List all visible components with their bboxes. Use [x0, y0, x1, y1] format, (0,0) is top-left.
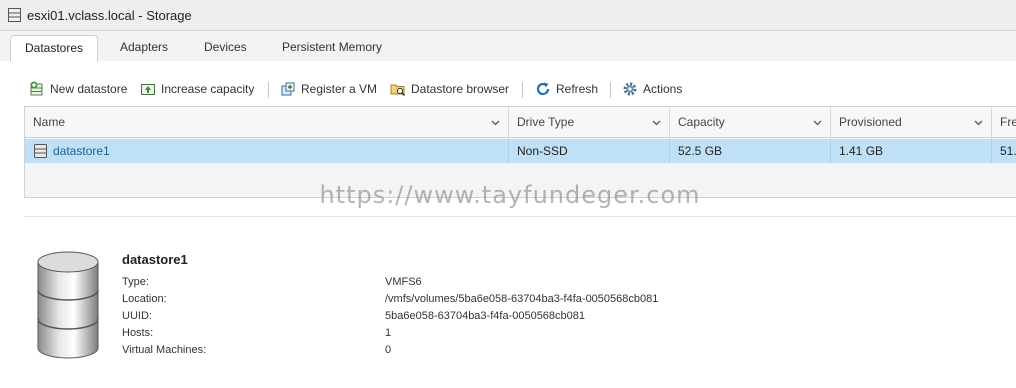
- increase-capacity-button[interactable]: Increase capacity: [140, 76, 254, 102]
- prop-label-location: Location:: [122, 293, 167, 305]
- tab-datastores[interactable]: Datastores: [10, 35, 99, 62]
- column-header-label: Drive Type: [517, 115, 575, 129]
- register-vm-button[interactable]: Register a VM: [280, 76, 377, 102]
- cell-free: 51.: [1000, 144, 1016, 158]
- watermark-text: https://www.tayfundeger.com: [319, 181, 701, 209]
- prop-label-type: Type:: [122, 276, 149, 288]
- datastore-large-icon: [37, 251, 99, 359]
- column-header-label: Fre: [1000, 115, 1016, 129]
- increase-capacity-icon: [141, 84, 155, 95]
- register-vm-label: Register a VM: [301, 82, 378, 96]
- toolbar-separator: [268, 82, 269, 98]
- folder-browse-icon: [390, 84, 406, 97]
- cell-capacity: 52.5 GB: [670, 139, 831, 163]
- prop-value-uuid: 5ba6e058-63704ba3-f4fa-0050568cb081: [385, 310, 586, 322]
- cell-drive-type: Non-SSD: [509, 139, 670, 163]
- prop-label-hosts: Hosts:: [122, 327, 154, 339]
- prop-value-virtual-machines: 0: [385, 344, 392, 356]
- window-title: esxi01.vclass.local - Storage: [27, 7, 192, 23]
- tab-devices[interactable]: Devices: [190, 35, 261, 62]
- increase-capacity-label: Increase capacity: [161, 82, 255, 96]
- gear-icon: [623, 82, 637, 96]
- column-header-provisioned[interactable]: Provisioned: [831, 107, 992, 138]
- datastore-link[interactable]: datastore1: [53, 144, 110, 158]
- new-datastore-icon: [30, 81, 43, 96]
- grid-header: Name Drive Type Capacity Provisioned Fre: [25, 107, 1016, 138]
- prop-value-type: VMFS6: [385, 276, 422, 288]
- cell-name[interactable]: datastore1: [25, 139, 509, 163]
- register-vm-icon: [281, 82, 295, 96]
- column-header-label: Provisioned: [839, 115, 902, 129]
- toolbar-separator: [610, 82, 611, 98]
- divider: [24, 216, 1016, 217]
- chevron-down-icon[interactable]: [813, 118, 822, 127]
- actions-label: Actions: [643, 82, 683, 96]
- chevron-down-icon[interactable]: [491, 118, 500, 127]
- new-datastore-button[interactable]: New datastore: [29, 76, 127, 102]
- server-storage-icon: [8, 8, 21, 22]
- tab-strip: Datastores Adapters Devices Persistent M…: [0, 31, 1016, 62]
- tab-persistent-memory[interactable]: Persistent Memory: [268, 35, 396, 62]
- column-header-label: Name: [33, 115, 66, 129]
- datastore-icon: [34, 144, 47, 158]
- refresh-label: Refresh: [556, 82, 599, 96]
- refresh-icon: [536, 82, 550, 96]
- column-header-free[interactable]: Fre: [992, 107, 1016, 138]
- datastore-title: datastore1: [122, 252, 188, 267]
- datastore-browser-label: Datastore browser: [411, 82, 510, 96]
- toolbar-separator: [522, 82, 523, 98]
- prop-label-uuid: UUID:: [122, 310, 152, 322]
- prop-label-virtual-machines: Virtual Machines:: [122, 344, 207, 356]
- new-datastore-label: New datastore: [50, 82, 128, 96]
- refresh-button[interactable]: Refresh: [535, 76, 598, 102]
- chevron-down-icon[interactable]: [974, 118, 983, 127]
- datastore-browser-button[interactable]: Datastore browser: [390, 76, 509, 102]
- column-header-label: Capacity: [678, 115, 725, 129]
- column-header-capacity[interactable]: Capacity: [670, 107, 831, 138]
- prop-value-location: /vmfs/volumes/5ba6e058-63704ba3-f4fa-005…: [385, 293, 659, 305]
- table-row[interactable]: datastore1 Non-SSD 52.5 GB 1.41 GB 51.: [25, 139, 1016, 163]
- toolbar: New datastore Increase capacity Register…: [0, 76, 1016, 102]
- actions-button[interactable]: Actions: [622, 76, 682, 102]
- cell-provisioned: 1.41 GB: [831, 139, 992, 163]
- chevron-down-icon[interactable]: [652, 118, 661, 127]
- tab-adapters[interactable]: Adapters: [106, 35, 182, 62]
- column-header-name[interactable]: Name: [25, 107, 509, 138]
- window-titlebar: esxi01.vclass.local - Storage: [0, 0, 1016, 31]
- prop-value-hosts: 1: [385, 327, 392, 339]
- column-header-drive-type[interactable]: Drive Type: [509, 107, 670, 138]
